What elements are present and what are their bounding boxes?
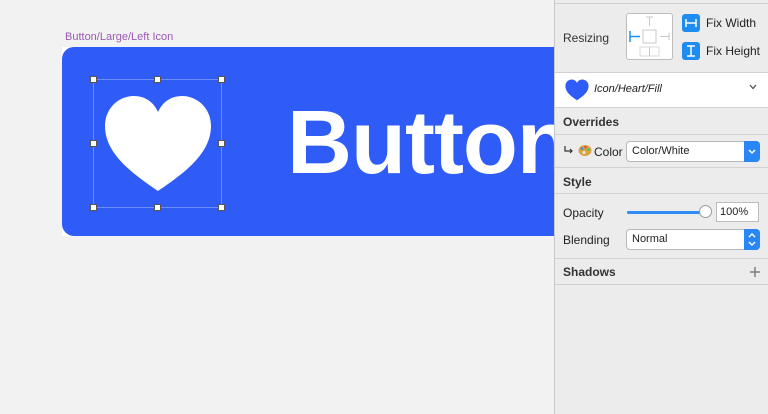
override-arrow-icon bbox=[564, 146, 573, 154]
divider bbox=[555, 3, 768, 4]
resize-handle-bottom-center[interactable] bbox=[154, 204, 161, 211]
opacity-slider-track[interactable] bbox=[627, 211, 705, 214]
fix-height-icon bbox=[687, 45, 695, 57]
style-title: Style bbox=[563, 175, 592, 189]
fix-width-label: Fix Width bbox=[706, 16, 757, 30]
inspector-panel: Resizing Fix Width Fix Height Icon/Heart… bbox=[554, 0, 768, 414]
resize-handle-middle-left[interactable] bbox=[90, 140, 97, 147]
override-color-select[interactable]: Color/White bbox=[626, 141, 760, 162]
resize-handle-top-right[interactable] bbox=[218, 76, 225, 83]
canvas[interactable]: Button/Large/Left Icon Button bbox=[0, 0, 555, 414]
blending-value: Normal bbox=[632, 233, 668, 245]
fix-height-toggle[interactable] bbox=[682, 42, 700, 60]
chevron-down-icon bbox=[748, 149, 756, 155]
selection-box bbox=[93, 79, 222, 208]
symbol-name: Icon/Heart/Fill bbox=[594, 83, 662, 95]
resize-handle-top-left[interactable] bbox=[90, 76, 97, 83]
divider bbox=[555, 193, 768, 194]
blending-label: Blending bbox=[563, 233, 610, 247]
divider bbox=[555, 134, 768, 135]
opacity-label: Opacity bbox=[563, 206, 604, 220]
fix-width-toggle[interactable] bbox=[682, 14, 700, 32]
stepper-button[interactable] bbox=[744, 229, 760, 250]
override-color-value: Color/White bbox=[632, 145, 690, 157]
chevron-down-icon[interactable] bbox=[748, 82, 758, 92]
override-color-label: Color bbox=[594, 145, 623, 159]
resizing-constraints-widget[interactable] bbox=[626, 13, 673, 60]
add-shadow-plus-icon[interactable] bbox=[749, 266, 761, 278]
dropdown-button[interactable] bbox=[744, 141, 760, 162]
fix-width-icon bbox=[685, 19, 697, 27]
divider bbox=[555, 107, 768, 108]
divider bbox=[555, 258, 768, 259]
resize-handle-top-center[interactable] bbox=[154, 76, 161, 83]
blending-select[interactable]: Normal bbox=[626, 229, 760, 250]
color-palette-icon bbox=[578, 145, 592, 156]
button-label[interactable]: Button bbox=[287, 93, 555, 193]
opacity-slider-fill bbox=[627, 211, 705, 214]
resize-handle-bottom-left[interactable] bbox=[90, 204, 97, 211]
up-down-chevron-icon bbox=[748, 233, 756, 246]
opacity-slider-thumb[interactable] bbox=[698, 205, 712, 218]
overrides-title: Overrides bbox=[563, 115, 620, 129]
resize-handle-bottom-right[interactable] bbox=[218, 204, 225, 211]
shadows-title: Shadows bbox=[563, 265, 616, 279]
resize-handle-middle-right[interactable] bbox=[218, 140, 225, 147]
fix-height-label: Fix Height bbox=[706, 44, 761, 58]
divider bbox=[555, 167, 768, 168]
divider bbox=[555, 284, 768, 285]
symbol-selector[interactable]: Icon/Heart/Fill bbox=[555, 73, 768, 107]
resizing-label: Resizing bbox=[563, 31, 610, 45]
heart-icon bbox=[565, 79, 589, 101]
pin-constraints-icon bbox=[629, 16, 670, 57]
opacity-input[interactable]: 100% bbox=[716, 202, 759, 222]
artboard-label[interactable]: Button/Large/Left Icon bbox=[65, 31, 173, 43]
